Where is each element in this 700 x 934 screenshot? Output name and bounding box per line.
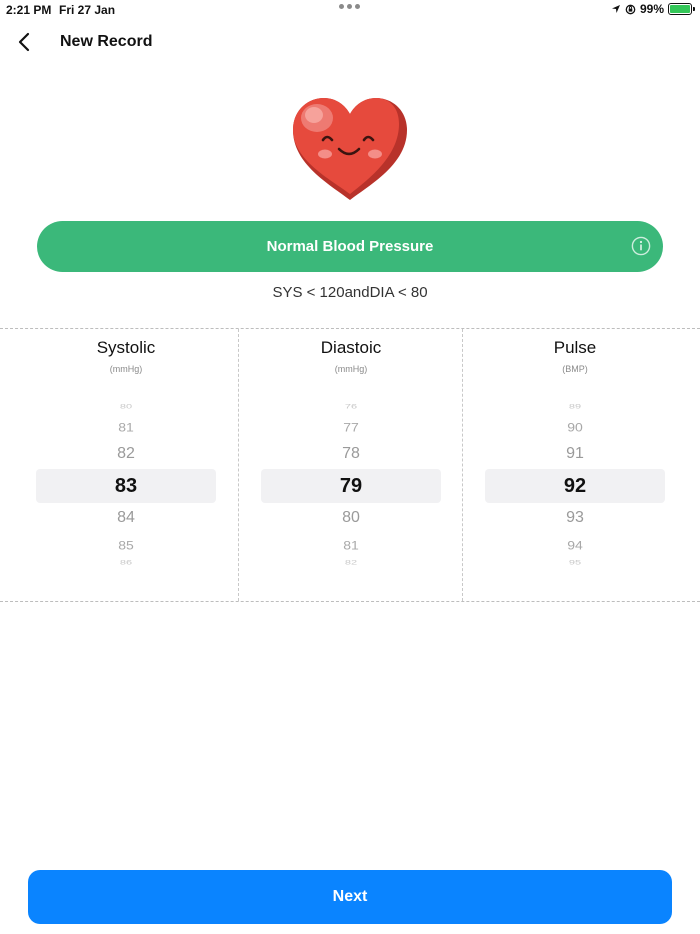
picker-selected-value[interactable]: 83 [14, 475, 238, 498]
picker-option[interactable]: 76 [239, 404, 463, 411]
picker-selected-value[interactable]: 79 [239, 475, 463, 498]
picker-option[interactable]: 82 [239, 560, 463, 567]
systolic-picker-wheel[interactable]: 80 81 82 83 84 85 86 [14, 393, 238, 577]
info-icon[interactable] [631, 236, 651, 256]
diastolic-title: Diastoic [320, 338, 382, 357]
multitasking-dots-icon[interactable] [339, 4, 360, 9]
pulse-picker-wheel[interactable]: 89 90 91 92 93 94 95 [463, 393, 687, 577]
next-button-label: Next [332, 888, 368, 905]
status-bar: 2:21 PM Fri 27 Jan 99% [0, 0, 700, 20]
diastolic-column: Diastoic (mmHg) 76 77 78 79 80 81 82 [238, 329, 462, 601]
pulse-title: Pulse [553, 338, 597, 357]
pulse-column: Pulse (BMP) 89 90 91 92 93 94 95 [462, 329, 686, 601]
picker-option[interactable]: 94 [463, 538, 687, 552]
next-button[interactable]: Next [28, 870, 672, 924]
status-time: 2:21 PM [6, 3, 52, 17]
pulse-unit: (BMP) [562, 364, 588, 374]
picker-option[interactable]: 89 [463, 404, 687, 411]
blood-pressure-status-banner: Normal Blood Pressure [37, 221, 663, 272]
status-label: Normal Blood Pressure [266, 238, 434, 255]
picker-option[interactable]: 91 [463, 445, 687, 463]
page-title: New Record [60, 33, 153, 50]
orientation-lock-icon [625, 4, 636, 14]
status-indicators: 99% [611, 2, 695, 16]
nav-bar: New Record [0, 24, 700, 60]
smiling-heart-icon [293, 98, 407, 200]
picker-selected-value[interactable]: 92 [463, 475, 687, 498]
battery-charging-icon [668, 3, 695, 15]
chevron-left-icon [18, 32, 30, 52]
picker-option[interactable]: 81 [239, 538, 463, 552]
picker-option[interactable]: 80 [239, 509, 463, 527]
measurement-pickers: Systolic (mmHg) 80 81 82 83 84 85 86 Dia… [0, 328, 700, 602]
picker-option[interactable]: 86 [14, 560, 238, 567]
systolic-title: Systolic [96, 338, 156, 357]
systolic-column: Systolic (mmHg) 80 81 82 83 84 85 86 [14, 329, 238, 601]
location-arrow-icon [611, 5, 620, 13]
diastolic-picker-wheel[interactable]: 76 77 78 79 80 81 82 [239, 393, 463, 577]
pressure-range-text: SYS < 120andDIA < 80 [272, 284, 428, 301]
picker-option[interactable]: 77 [239, 420, 463, 434]
picker-option[interactable]: 84 [14, 509, 238, 527]
picker-option[interactable]: 93 [463, 509, 687, 527]
picker-option[interactable]: 81 [14, 420, 238, 434]
battery-percent: 99% [639, 2, 664, 16]
status-date: Fri 27 Jan [59, 3, 116, 17]
systolic-unit: (mmHg) [109, 364, 143, 374]
picker-option[interactable]: 78 [239, 445, 463, 463]
picker-option[interactable]: 85 [14, 538, 238, 552]
picker-option[interactable]: 80 [14, 404, 238, 411]
back-button[interactable] [12, 28, 36, 56]
picker-option[interactable]: 90 [463, 420, 687, 434]
picker-option[interactable]: 95 [463, 560, 687, 567]
picker-option[interactable]: 82 [14, 445, 238, 463]
diastolic-unit: (mmHg) [334, 364, 368, 374]
